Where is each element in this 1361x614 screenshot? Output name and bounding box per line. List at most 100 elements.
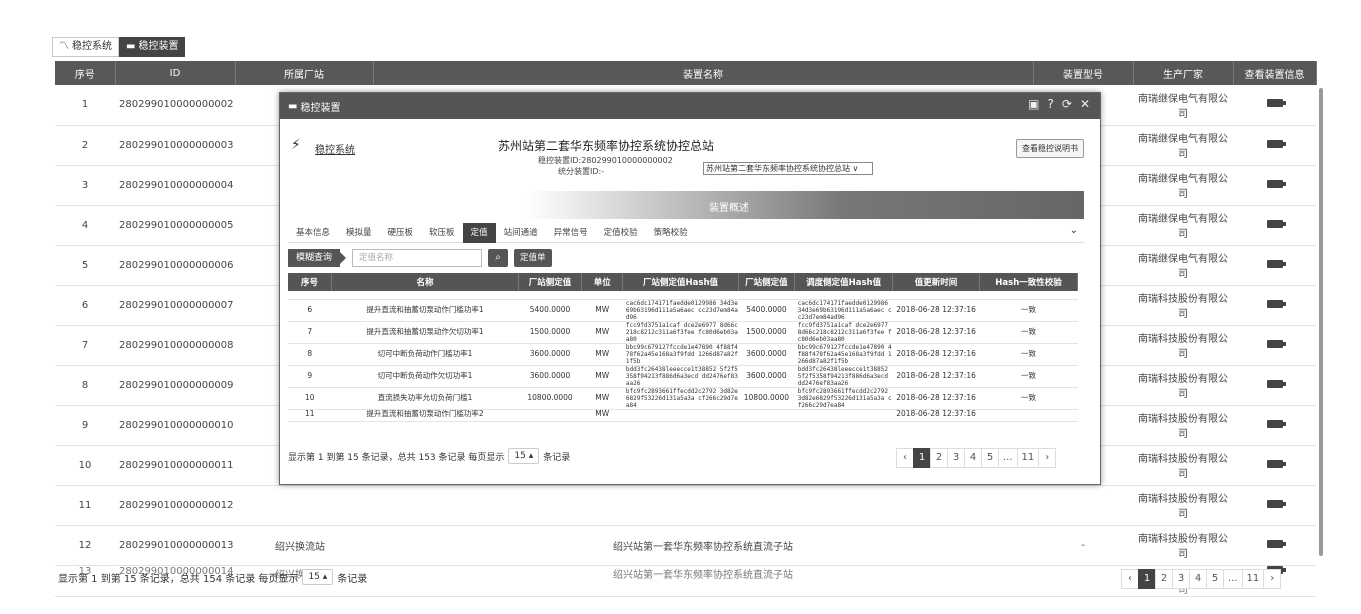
system-link[interactable]: 稳控系统 (315, 141, 355, 156)
view-device-button[interactable] (1233, 525, 1316, 566)
setting-row[interactable]: 6 提升直流和抽蓄切泵动作门槛功率1 5400.0000 MW cac6dc174171… (288, 299, 1078, 322)
cell-no: 5 (55, 245, 115, 286)
device-select[interactable]: 苏州站第二套华东频率协控系统协控总站 ∨ (703, 162, 873, 175)
icell-check: 一致 (979, 343, 1078, 366)
card-icon: ▬ (126, 41, 136, 52)
setting-row[interactable]: 8 切可中断负荷动作门槛功率1 3600.0000 MW bbc99c679127fcc… (288, 343, 1078, 366)
card-icon (1266, 179, 1286, 188)
setting-row[interactable]: 10 直流损失功率允切负荷门槛1 10800.0000 MW bfc9fc2893661… (288, 387, 1078, 410)
chevron-down-icon[interactable]: ⌄ (1070, 225, 1078, 236)
icell-name: 直流损失功率允切负荷门槛1 (331, 387, 519, 410)
modal-page-1[interactable]: 1 (913, 448, 931, 468)
subtab-hard-plate[interactable]: 硬压板 (380, 223, 422, 243)
col-id[interactable]: ID (115, 61, 236, 85)
search-button[interactable]: ⌕ (488, 249, 509, 267)
icell-unit: MW (581, 343, 623, 366)
tab-label: 稳控装置 (138, 41, 179, 52)
icell-time: 2018-06-28 12:37:16 (892, 409, 980, 422)
subtab-basic[interactable]: 基本信息 (288, 223, 338, 243)
view-device-button[interactable] (1233, 85, 1316, 126)
col-station[interactable]: 所属厂站 (235, 61, 374, 85)
page-1[interactable]: 1 (1138, 569, 1156, 589)
modal-page-next[interactable]: › (1038, 448, 1057, 468)
col-view: 查看装置信息 (1233, 61, 1317, 85)
modal-page-3[interactable]: 3 (947, 448, 965, 468)
icell-hash2 (794, 409, 893, 422)
setting-row[interactable]: 7 提升直流和抽蓄切泵动作欠切功率1 1500.0000 MW fcc9fd3751a1… (288, 321, 1078, 344)
view-device-button[interactable] (1233, 285, 1316, 326)
table-row[interactable]: 12 280299010000000013 绍兴换流站 绍兴站第一套华东频率协控系统直… (55, 525, 1316, 566)
cell-maker: 南瑞继保电气有限公司 (1133, 245, 1233, 286)
view-device-button[interactable] (1233, 245, 1316, 286)
tab-label: 稳控系统 (72, 41, 112, 52)
page-3[interactable]: 3 (1172, 569, 1190, 589)
view-device-button[interactable] (1233, 445, 1316, 486)
cell-maker: 南瑞科技股份有限公司 (1133, 445, 1233, 486)
page-4[interactable]: 4 (1189, 569, 1207, 589)
subtab-soft-plate[interactable]: 软压板 (421, 223, 463, 243)
manual-button[interactable]: 查看稳控说明书 (1016, 139, 1084, 158)
icell-no: 9 (288, 365, 332, 388)
cell-device-name: 绍兴站第一套华东频率协控系统直流子站 (373, 565, 1033, 597)
close-icon[interactable]: ✕ (1080, 97, 1090, 111)
setting-row[interactable]: 11 提升直流和抽蓄切泵动作门槛功率2 MW 2018-06-28 12:37:16 (288, 409, 1078, 422)
icell-value: 1500.0000 (518, 321, 582, 344)
save-icon[interactable]: ▣ (1028, 97, 1039, 111)
search-input[interactable]: 定值名称 (352, 249, 483, 267)
modal-page-size[interactable]: 15 ▴ (508, 448, 540, 464)
icell-hash2: bfc9fc2893661ffecdd2c2792 3d82e6829f5322… (794, 387, 893, 410)
refresh-icon[interactable]: ⟳ (1062, 97, 1072, 111)
modal-page-4[interactable]: 4 (964, 448, 982, 468)
setting-row[interactable]: 9 切可中断负荷动作欠切功率1 3600.0000 MW bdd3fc26438leee… (288, 365, 1078, 388)
icol-name: 名称 (331, 273, 520, 291)
tab-stability-system[interactable]: 〽 稳控系统 (52, 37, 119, 57)
view-device-button[interactable] (1233, 405, 1316, 446)
col-device-name[interactable]: 装置名称 (373, 61, 1034, 85)
subtab-setting[interactable]: 定值 (462, 222, 496, 243)
help-icon[interactable]: ? (1048, 97, 1054, 111)
icell-check: 一致 (979, 365, 1078, 388)
view-device-button[interactable] (1233, 485, 1316, 526)
page-next[interactable]: › (1263, 569, 1282, 589)
cell-maker: 南瑞科技股份有限公司 (1133, 405, 1233, 446)
page-prev[interactable]: ‹ (1121, 569, 1139, 589)
footer-info: 显示第 1 到第 15 条记录，总共 154 条记录 每页显示 (58, 573, 299, 585)
subtab-abnormal[interactable]: 异常信号 (546, 223, 596, 243)
page-5[interactable]: 5 (1206, 569, 1224, 589)
icol-hash2: 调度侧定值Hash值 (794, 273, 894, 291)
page-size-select[interactable]: 15 ▴ (302, 569, 334, 585)
view-device-button[interactable] (1233, 365, 1316, 406)
page-11[interactable]: 11 (1241, 569, 1265, 589)
view-device-button[interactable] (1233, 205, 1316, 246)
cell-maker: 南瑞科技股份有限公司 (1133, 365, 1233, 406)
col-model[interactable]: 装置型号 (1033, 61, 1134, 85)
setting-sheet-button[interactable]: 定值单 (514, 249, 552, 267)
modal-page-5[interactable]: 5 (981, 448, 999, 468)
icell-no: 11 (288, 409, 332, 422)
icell-value (518, 409, 582, 422)
page-2[interactable]: 2 (1155, 569, 1173, 589)
device-modal: ▬ 稳控装置 ▣ ? ⟳ ✕ ⚡ 稳控系统 苏州站第二套华东频率协控系统协控总站… (279, 92, 1101, 485)
subtab-strategy-check[interactable]: 策略校验 (646, 223, 696, 243)
card-icon (1266, 379, 1286, 388)
search-label: 模糊查询 (288, 249, 347, 267)
view-device-button[interactable] (1233, 165, 1316, 206)
cell-model (1033, 565, 1133, 597)
modal-page-prev[interactable]: ‹ (896, 448, 914, 468)
subtab-channel[interactable]: 站间通道 (496, 223, 546, 243)
subtab-setting-check[interactable]: 定值校验 (596, 223, 646, 243)
col-no[interactable]: 序号 (55, 61, 116, 85)
modal-page-11[interactable]: 11 (1016, 448, 1040, 468)
view-device-button[interactable] (1233, 325, 1316, 366)
col-maker[interactable]: 生产厂家 (1133, 61, 1234, 85)
table-row[interactable]: 11 280299010000000012 南瑞科技股份有限公司 (55, 485, 1316, 526)
icell-value: 10800.0000 (518, 387, 582, 410)
icell-hash2: bdd3fc26438leeecce1t38852 5f2f5358f94213… (794, 365, 893, 388)
icell-hash: bdd3fc26438leeecce1t38852 5f2f5358f94213… (622, 365, 739, 388)
modal-page-2[interactable]: 2 (930, 448, 948, 468)
view-device-button[interactable] (1233, 125, 1316, 166)
tab-stability-device[interactable]: ▬ 稳控装置 (119, 37, 186, 57)
scrollbar[interactable] (1319, 88, 1323, 556)
subtab-analog[interactable]: 模拟量 (338, 223, 380, 243)
footer-post: 条记录 (337, 573, 368, 585)
